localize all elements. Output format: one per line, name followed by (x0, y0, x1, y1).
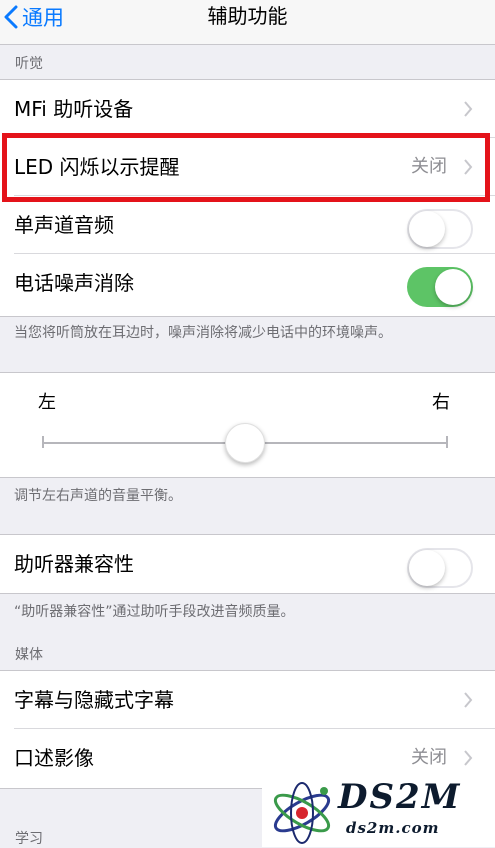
phone-noise-cancellation-label: 电话噪声消除 (14, 271, 134, 295)
hearing-aid-compatibility-label: 助听器兼容性 (14, 552, 134, 576)
mono-audio-label: 单声道音频 (14, 213, 114, 237)
watermark-url: ds2m.com (346, 819, 440, 837)
slider-tick-right (446, 436, 448, 448)
atom-logo-icon (273, 782, 331, 844)
chevron-right-icon (464, 101, 473, 117)
hearing-aid-compatibility-row: 助听器兼容性 (0, 535, 495, 593)
balance-footer: 调节左右声道的音量平衡。 (14, 488, 182, 504)
balance-right-label: 右 (432, 392, 450, 413)
mono-audio-toggle[interactable] (407, 209, 473, 249)
audio-descriptions-label: 口述影像 (14, 746, 94, 770)
hearing-aid-compatibility-toggle[interactable] (407, 548, 473, 588)
navigation-bar: 通用 辅助功能 (0, 0, 495, 45)
slider-tick-left (42, 436, 44, 448)
balance-slider-thumb[interactable] (225, 423, 265, 463)
page-title: 辅助功能 (207, 4, 288, 28)
watermark-text: DS2M (338, 777, 462, 817)
subtitles-captioning-label: 字幕与隐藏式字幕 (14, 688, 174, 712)
mono-audio-row: 单声道音频 (0, 196, 495, 254)
noise-cancellation-footer: 当您将听筒放在耳边时，噪声消除将减少电话中的环境噪声。 (14, 325, 392, 341)
chevron-right-icon (464, 692, 473, 708)
phone-noise-cancellation-toggle[interactable] (407, 267, 473, 307)
mfi-hearing-devices-label: MFi 助听设备 (14, 97, 134, 121)
section-header-hearing: 听觉 (15, 56, 43, 72)
mfi-hearing-devices-row[interactable]: MFi 助听设备 (0, 80, 495, 138)
phone-noise-cancellation-row: 电话噪声消除 (0, 254, 495, 312)
media-group: 字幕与隐藏式字幕 口述影像 关闭 (0, 670, 495, 789)
highlight-box (2, 133, 490, 202)
watermark-logo: DS2M ds2m.com (262, 775, 495, 847)
section-header-learning: 学习 (15, 831, 43, 847)
hac-footer: “助听器兼容性”通过助听手段改进音频质量。 (14, 604, 295, 620)
subtitles-captioning-row[interactable]: 字幕与隐藏式字幕 (0, 671, 495, 729)
section-header-media: 媒体 (15, 647, 43, 663)
balance-left-label: 左 (38, 392, 56, 413)
chevron-right-icon (464, 750, 473, 766)
hac-group: 助听器兼容性 (0, 534, 495, 594)
